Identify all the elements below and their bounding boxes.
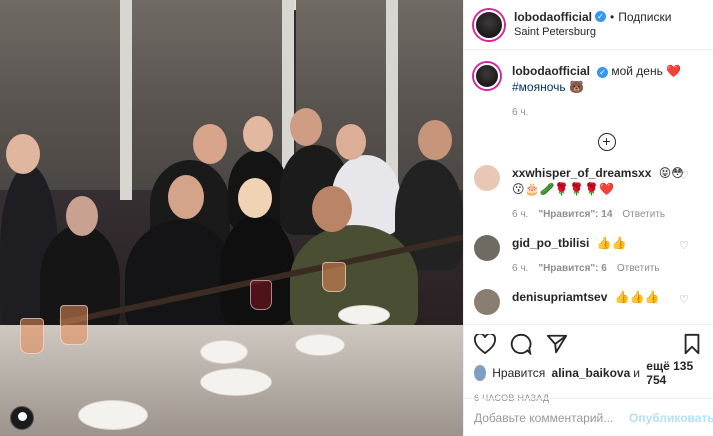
- comment-likes[interactable]: "Нравится": 14: [538, 209, 612, 220]
- wine-glass: [250, 280, 272, 310]
- comment-item: gid_po_tbilisi 👍👍 6 ч. "Нравится": 6 Ответ…: [474, 235, 703, 277]
- person-head: [66, 196, 98, 236]
- comment-text: 👍👍: [596, 236, 627, 250]
- post-side-panel: lobodaofficial ✓ • Подписки Saint Peters…: [463, 0, 713, 436]
- comment-username[interactable]: xxwhisper_of_dreamsxx: [512, 166, 651, 180]
- comment-username[interactable]: denisupriamtsev: [512, 290, 607, 304]
- tagged-users-icon[interactable]: [10, 406, 34, 430]
- verified-icon: ✓: [595, 11, 606, 23]
- comment-likes[interactable]: "Нравится": 6: [538, 263, 607, 274]
- caption: lobodaofficial ✓ мой день ❤️ #мояночь 🐻 6…: [474, 63, 703, 121]
- bookmark-icon[interactable]: [681, 333, 703, 355]
- like-heart-icon[interactable]: [474, 333, 496, 355]
- commenter-avatar[interactable]: [474, 165, 500, 191]
- caption-username[interactable]: lobodaofficial: [512, 64, 590, 78]
- caption-time[interactable]: 6 ч.: [512, 105, 692, 121]
- plate: [338, 305, 390, 325]
- like-comment-heart-icon[interactable]: ♡: [679, 293, 689, 306]
- plate: [200, 368, 272, 396]
- reply-button[interactable]: Ответить: [617, 263, 660, 274]
- load-more-comments-icon[interactable]: +: [597, 133, 616, 151]
- wine-glass: [60, 305, 88, 345]
- person-head: [193, 124, 227, 164]
- verified-icon: ✓: [597, 67, 608, 78]
- caption-emoji: ❤️: [666, 64, 682, 78]
- share-send-icon[interactable]: [546, 333, 568, 355]
- person-head: [418, 120, 452, 160]
- post-photo[interactable]: [0, 0, 463, 436]
- like-comment-heart-icon[interactable]: ♡: [679, 169, 689, 182]
- plate: [78, 400, 148, 430]
- comment-meta: 6 ч. "Нравится": 6 Ответить: [512, 261, 692, 277]
- author-username[interactable]: lobodaofficial: [514, 10, 592, 24]
- comment-item: xxwhisper_of_dreamsxx 😝😳😗🎂🥒🌹🌹🌹❤️ 6 ч. "Нр…: [474, 165, 703, 223]
- author-avatar[interactable]: [474, 9, 504, 40]
- commenter-avatar[interactable]: [474, 289, 500, 315]
- plate: [295, 334, 345, 356]
- likes-summary: Нравится alina_baikova и ещё 135 754: [464, 357, 713, 389]
- likes-prefix: Нравится: [492, 366, 546, 380]
- person-head: [312, 186, 352, 232]
- person-head: [290, 108, 322, 146]
- person-head: [6, 134, 40, 174]
- commenter-avatar[interactable]: [474, 235, 500, 261]
- comment-body: xxwhisper_of_dreamsxx 😝😳😗🎂🥒🌹🌹🌹❤️ 6 ч. "Нр…: [512, 165, 692, 223]
- liker-avatar[interactable]: [474, 365, 487, 381]
- author-row: lobodaofficial ✓ • Подписки: [514, 10, 671, 24]
- comment-username[interactable]: gid_po_tbilisi: [512, 236, 589, 250]
- plate: [200, 340, 248, 364]
- author-avatar[interactable]: [474, 63, 500, 89]
- comment-text: 👍👍👍: [614, 290, 660, 304]
- separator-dot: •: [610, 9, 615, 24]
- wine-glass: [20, 318, 44, 354]
- window-frame: [120, 0, 132, 200]
- comment-bubble-icon[interactable]: [510, 333, 532, 355]
- comment-composer: Опубликовать: [464, 398, 713, 436]
- action-icons: [464, 325, 713, 357]
- likes-count[interactable]: ещё 135 754: [646, 359, 700, 387]
- comment-time[interactable]: 6 ч.: [512, 209, 528, 220]
- comment-input[interactable]: [474, 410, 629, 425]
- hashtag-emoji: 🐻: [568, 80, 584, 94]
- comment-body: gid_po_tbilisi 👍👍 6 ч. "Нравится": 6 Ответ…: [512, 235, 692, 277]
- caption-body: lobodaofficial ✓ мой день ❤️ #мояночь 🐻 6…: [512, 63, 692, 121]
- likes-and: и: [633, 366, 640, 380]
- person-head: [168, 175, 204, 219]
- comment-body: denisupriamtsev 👍👍👍: [512, 289, 692, 315]
- reply-button[interactable]: Ответить: [622, 209, 665, 220]
- location-link[interactable]: Saint Petersburg: [514, 26, 671, 39]
- comment-item: denisupriamtsev 👍👍👍 ♡: [474, 289, 703, 315]
- publish-button[interactable]: Опубликовать: [629, 411, 713, 425]
- comments-list[interactable]: lobodaofficial ✓ мой день ❤️ #мояночь 🐻 6…: [464, 51, 713, 321]
- person-head: [243, 116, 273, 152]
- like-comment-heart-icon[interactable]: ♡: [679, 239, 689, 252]
- comment-time[interactable]: 6 ч.: [512, 263, 528, 274]
- post-header: lobodaofficial ✓ • Подписки Saint Peters…: [464, 0, 713, 50]
- wine-glass: [322, 262, 346, 292]
- hashtag-link[interactable]: #мояночь: [512, 80, 566, 94]
- comment-meta: 6 ч. "Нравится": 14 Ответить: [512, 207, 692, 223]
- author-info: lobodaofficial ✓ • Подписки Saint Peters…: [514, 10, 671, 40]
- liker-username[interactable]: alina_baikova: [552, 366, 631, 380]
- person-head: [336, 124, 366, 160]
- follow-button[interactable]: Подписки: [618, 10, 671, 24]
- person-head: [238, 178, 272, 218]
- person: [125, 220, 235, 335]
- caption-text: мой день: [611, 64, 663, 78]
